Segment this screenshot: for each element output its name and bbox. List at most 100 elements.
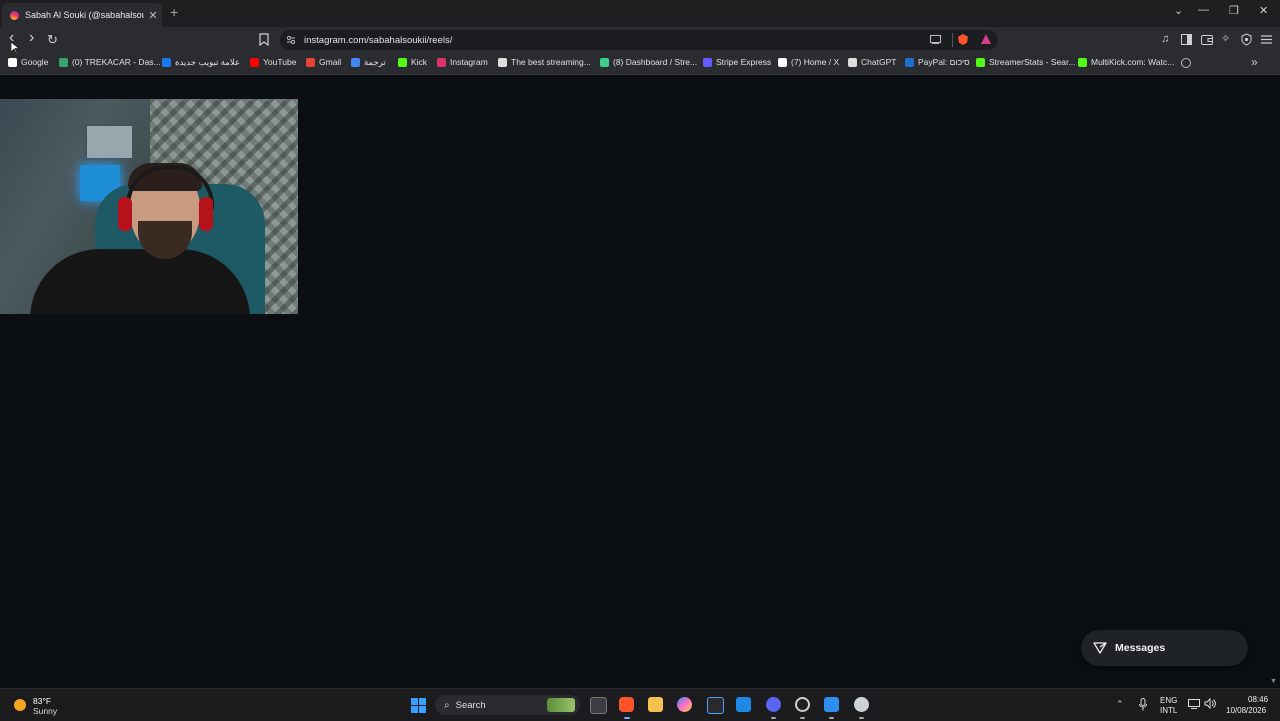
browser-toolbar: ‹ › ↻ instagram.com/sabahalsoukii/reels/… bbox=[0, 27, 1280, 53]
media-icon[interactable]: ♫ bbox=[1161, 33, 1169, 45]
search-label: Search bbox=[455, 699, 486, 711]
webcam-person-body bbox=[30, 249, 250, 314]
tab-search-chevron-icon[interactable]: ⌄ bbox=[1174, 4, 1183, 17]
window-close-icon[interactable]: ✕ bbox=[1259, 4, 1268, 17]
file-explorer-icon[interactable] bbox=[648, 697, 663, 712]
bookmark-item[interactable]: Instagram bbox=[437, 57, 488, 67]
divider bbox=[952, 33, 953, 47]
weather-desc[interactable]: Sunny bbox=[33, 706, 57, 716]
x-icon bbox=[778, 57, 787, 67]
bookmark-item[interactable]: Gmail bbox=[306, 57, 341, 67]
leo-ai-icon[interactable]: ✧ bbox=[1221, 32, 1230, 45]
bookmark-item[interactable]: Google bbox=[8, 57, 48, 67]
bookmark-item[interactable]: MultiKick.com: Watc... bbox=[1078, 57, 1174, 67]
taskbar-search[interactable]: ⌕ Search bbox=[435, 695, 580, 715]
google-icon bbox=[8, 57, 17, 67]
microsoft-365-icon[interactable] bbox=[677, 697, 692, 712]
sidebar-icon[interactable] bbox=[1181, 34, 1192, 45]
settings-gear-icon[interactable] bbox=[854, 697, 869, 712]
bookmark-label: Gmail bbox=[319, 57, 342, 67]
menu-icon[interactable] bbox=[1261, 35, 1272, 44]
weather-temp[interactable]: 83°F bbox=[33, 696, 51, 706]
bookmark-icon[interactable] bbox=[259, 33, 269, 46]
bookmark-item[interactable]: Stripe Express bbox=[703, 57, 771, 67]
vpn-icon[interactable] bbox=[1241, 33, 1252, 46]
microphone-icon[interactable] bbox=[1139, 698, 1147, 711]
bookmark-item[interactable]: (0) TREKACAR - Das... bbox=[59, 57, 161, 67]
address-bar[interactable]: instagram.com/sabahalsoukii/reels/ bbox=[280, 30, 998, 50]
dashboard-icon bbox=[600, 57, 609, 67]
bookmark-label: علامة تبويب جديدة bbox=[175, 57, 241, 67]
search-icon: ⌕ bbox=[444, 699, 450, 711]
minimize-icon[interactable]: — bbox=[1198, 4, 1209, 16]
brave-browser-icon[interactable] bbox=[619, 697, 634, 712]
bookmark-label: Kick bbox=[411, 57, 428, 67]
brave-rewards-icon[interactable] bbox=[981, 34, 991, 44]
task-view-icon[interactable] bbox=[590, 697, 607, 714]
keyboard-layout[interactable]: INTL bbox=[1160, 706, 1177, 715]
bookmark-item[interactable]: (8) Dashboard / Stre... bbox=[600, 57, 697, 67]
clock-time[interactable]: 08:46 bbox=[1248, 695, 1268, 704]
network-icon[interactable] bbox=[1188, 699, 1200, 709]
search-highlight-icon bbox=[547, 698, 575, 712]
forward-icon[interactable]: › bbox=[29, 29, 34, 47]
webcam-overlay bbox=[0, 99, 298, 314]
tab-title: Sabah Al Souki (@sabahalsoukii) bbox=[25, 10, 144, 20]
volume-icon[interactable] bbox=[1204, 698, 1216, 709]
globe-icon[interactable] bbox=[1181, 58, 1191, 68]
scroll-down-icon[interactable]: ▼ bbox=[1270, 678, 1277, 685]
tab-instagram-profile[interactable]: Sabah Al Souki (@sabahalsoukii) ✕ bbox=[2, 3, 162, 27]
webcam-monitor bbox=[85, 124, 134, 160]
mouse-cursor-icon bbox=[11, 42, 19, 54]
chatgpt-icon bbox=[848, 57, 857, 67]
bookmark-item[interactable]: Kick bbox=[398, 57, 427, 67]
trekacar-icon bbox=[59, 57, 68, 67]
windows-app-icon[interactable] bbox=[736, 697, 751, 712]
bookmark-item[interactable]: PayPal: סיכום bbox=[905, 57, 970, 67]
bookmark-item[interactable]: YouTube bbox=[250, 57, 296, 67]
restore-icon[interactable]: ❐ bbox=[1229, 4, 1239, 17]
bookmark-item[interactable]: ترجمة bbox=[351, 57, 386, 68]
translate-icon bbox=[351, 58, 360, 67]
bookmark-label: StreamerStats - Sear... bbox=[989, 57, 1076, 67]
bookmark-label: Google bbox=[21, 57, 49, 67]
bookmark-item[interactable]: علامة تبويب جديدة bbox=[162, 57, 240, 68]
obs-icon[interactable] bbox=[795, 697, 810, 712]
bookmark-item[interactable]: StreamerStats - Sear... bbox=[976, 57, 1075, 67]
messages-label: Messages bbox=[1115, 642, 1166, 654]
tab-close-icon[interactable]: ✕ bbox=[144, 9, 162, 22]
weather-sun-icon[interactable] bbox=[14, 699, 26, 711]
clock-date[interactable]: 10/08/2026 bbox=[1226, 706, 1266, 715]
editor-app-icon[interactable] bbox=[824, 697, 839, 712]
bookmark-label: ترجمة bbox=[364, 57, 386, 67]
bookmarks-overflow-icon[interactable]: » bbox=[1251, 55, 1258, 69]
bookmark-label: MultiKick.com: Watc... bbox=[1091, 57, 1175, 67]
site-settings-icon[interactable] bbox=[286, 35, 296, 45]
bookmark-label: Instagram bbox=[450, 57, 488, 67]
bookmark-item[interactable]: The best streaming... bbox=[498, 57, 591, 67]
wallet-icon[interactable] bbox=[1201, 34, 1213, 45]
discord-icon[interactable] bbox=[766, 697, 781, 712]
paypal-icon bbox=[905, 57, 914, 67]
bookmark-label: PayPal: סיכום bbox=[918, 57, 970, 67]
cast-icon[interactable] bbox=[930, 35, 941, 44]
bookmarks-bar: Google (0) TREKACAR - Das... علامة تبويب ج… bbox=[0, 53, 1280, 75]
streamerstats-icon bbox=[976, 57, 985, 67]
streaming-icon bbox=[498, 57, 507, 67]
microsoft-store-icon[interactable] bbox=[707, 697, 724, 714]
bookmark-item[interactable]: (7) Home / X bbox=[778, 57, 839, 67]
bookmark-label: Stripe Express bbox=[716, 57, 772, 67]
language-code[interactable]: ENG bbox=[1160, 696, 1177, 705]
windows-start-icon[interactable] bbox=[411, 698, 426, 713]
bookmark-label: (0) TREKACAR - Das... bbox=[72, 57, 161, 67]
gmail-icon bbox=[306, 57, 315, 67]
messages-button[interactable]: Messages bbox=[1081, 630, 1248, 666]
new-tab-icon[interactable]: + bbox=[170, 4, 178, 20]
bookmark-label: ChatGPT bbox=[861, 57, 897, 67]
tray-overflow-icon[interactable]: ⌃ bbox=[1116, 699, 1124, 710]
bookmark-label: YouTube bbox=[263, 57, 297, 67]
bookmark-item[interactable]: ChatGPT bbox=[848, 57, 896, 67]
reload-icon[interactable]: ↻ bbox=[47, 32, 58, 48]
url-text: instagram.com/sabahalsoukii/reels/ bbox=[304, 34, 453, 46]
instagram-icon bbox=[437, 57, 446, 67]
